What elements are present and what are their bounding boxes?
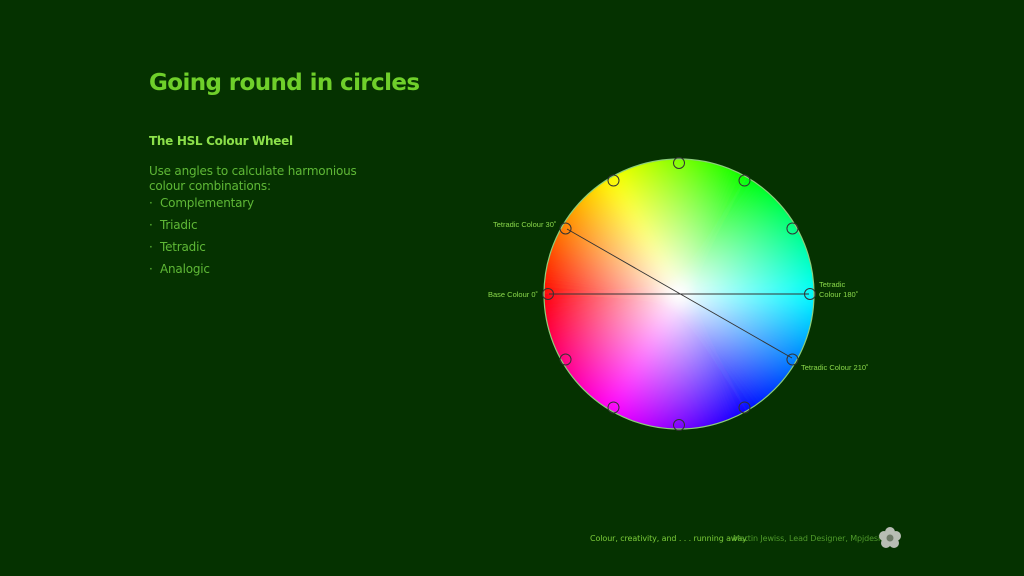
slide-title: Going round in circles [149, 70, 420, 96]
bullet-label: Triadic [160, 218, 198, 232]
bullet-item: · Tetradic [149, 240, 206, 254]
bullet-label: Tetradic [160, 240, 206, 254]
tetradic-30-label: Tetradic Colour 30˚ [493, 220, 556, 229]
hsl-colour-wheel: Tetradic Colour 30˚ Base Colour 0˚ Tetra… [488, 157, 869, 431]
tetradic-180-label-line2: Colour 180˚ [819, 290, 858, 299]
wheel-fill [544, 159, 814, 429]
bullet-item: · Complementary [149, 196, 254, 210]
bullet-list: · Complementary · Triadic · Tetradic · Analo… [149, 196, 254, 284]
footer-tagline: Colour, creativity, and . . . running aw… [590, 534, 749, 543]
tetradic-210-label: Tetradic Colour 210˚ [801, 363, 869, 372]
slide-subtitle: The HSL Colour Wheel [149, 134, 293, 148]
bullet-label: Complementary [160, 196, 254, 210]
footer-author: Martin Jewiss, Lead Designer, Mpjdesign [733, 534, 891, 543]
base-0-label: Base Colour 0˚ [488, 290, 538, 299]
bullet-label: Analogic [160, 262, 210, 276]
tetradic-180-label-line1: Tetradic [819, 280, 846, 289]
flower-logo-icon [879, 527, 901, 548]
intro-text: Use angles to calculate harmonious colou… [149, 164, 357, 193]
bullet-item: · Triadic [149, 218, 198, 232]
bullet-item: · Analogic [149, 262, 210, 276]
